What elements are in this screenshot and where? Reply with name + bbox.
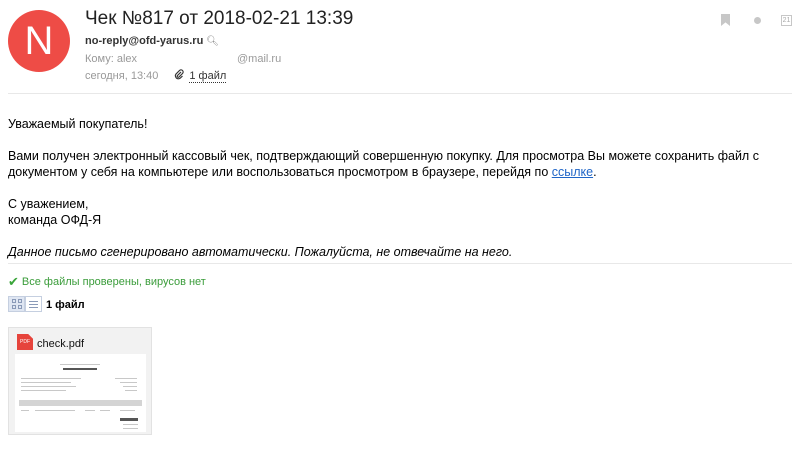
grid-icon — [11, 299, 22, 309]
sender-address[interactable]: no-reply@ofd-yarus.ru 🔍︎ — [85, 35, 219, 47]
virus-check-label: Все файлы проверены, вирусов нет — [21, 276, 206, 288]
paperclip-icon — [174, 69, 185, 83]
recipient-line: Кому: alex @mail.ru — [85, 53, 281, 65]
avatar-letter: N — [24, 18, 54, 63]
email-subject: Чек №817 от 2018-02-21 13:39 — [85, 8, 354, 29]
email-date: сегодня, 13:40 — [85, 70, 159, 82]
sender-avatar: N — [8, 10, 70, 72]
attachment-card[interactable]: PDF check.pdf — [8, 327, 152, 435]
redacted-area — [137, 61, 237, 62]
auto-note: Данное письмо сгенерировано автоматическ… — [8, 245, 513, 259]
bookmark-icon[interactable] — [721, 14, 730, 26]
attachments-link-label[interactable]: 1 файл — [189, 70, 227, 83]
recipient-prefix: Кому: alex — [85, 53, 138, 65]
list-icon — [29, 300, 38, 308]
virus-check-status: ✔ Все файлы проверены, вирусов нет — [8, 274, 206, 290]
calendar-icon[interactable]: 21 — [781, 14, 792, 26]
list-view-button[interactable] — [25, 296, 42, 312]
receipt-link[interactable]: ссылке — [552, 165, 593, 179]
attachment-filename[interactable]: check.pdf — [37, 338, 84, 350]
checkmark-icon: ✔ — [8, 274, 19, 289]
header-divider — [8, 93, 792, 94]
meta-row: сегодня, 13:40 1 файл — [85, 69, 227, 83]
greeting: Уважаемый покупатель! — [8, 117, 148, 131]
main-paragraph: Вами получен электронный кассовый чек, п… — [8, 148, 798, 180]
email-body: Уважаемый покупатель! Вами получен элект… — [8, 116, 798, 276]
attachments-view-toggle — [8, 296, 42, 312]
pdf-badge-label: PDF — [20, 339, 30, 345]
pdf-file-icon: PDF — [17, 334, 33, 350]
attachment-preview-thumbnail[interactable] — [15, 354, 146, 432]
recipient-domain: @mail.ru — [237, 53, 282, 65]
calendar-day: 21 — [782, 16, 791, 24]
grid-view-button[interactable] — [8, 296, 25, 312]
attachments-count: 1 файл — [46, 299, 85, 311]
header-actions: 21 — [721, 14, 792, 26]
sender-email[interactable]: no-reply@ofd-yarus.ru — [85, 35, 203, 47]
search-icon[interactable]: 🔍︎ — [206, 36, 219, 47]
attachments-link[interactable]: 1 файл — [174, 69, 227, 83]
attachments-divider — [8, 263, 792, 264]
signoff-line-1: С уважением, — [8, 197, 89, 211]
signoff: С уважением, команда ОФД-Я — [8, 196, 798, 228]
main-paragraph-end: . — [593, 165, 597, 179]
unread-dot-icon[interactable] — [754, 16, 761, 24]
signoff-line-2: команда ОФД-Я — [8, 213, 102, 227]
main-paragraph-text: Вами получен электронный кассовый чек, п… — [8, 149, 759, 179]
